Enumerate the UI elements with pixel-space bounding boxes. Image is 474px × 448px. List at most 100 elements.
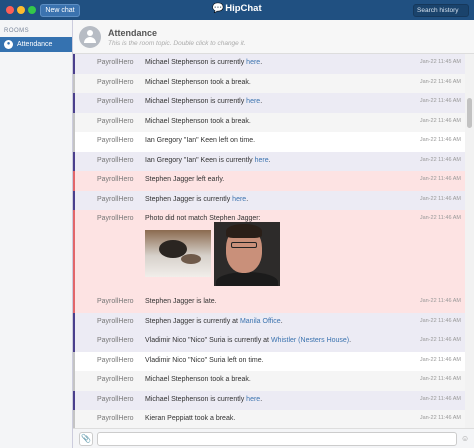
message-text-body: Stephen Jagger is late. [145,298,217,305]
message-text-suffix: . [260,98,263,105]
zoom-window-button[interactable] [28,6,36,14]
message-sender[interactable]: PayrollHero [97,415,134,422]
captured-photo[interactable] [145,230,211,277]
message-sender[interactable]: PayrollHero [97,157,134,164]
message-row: PayrollHero Ian Gregory "Ian" Keen is cur… [73,151,465,171]
message-text: Stephen Jagger is currently here. [145,196,248,203]
message-text: Stephen Jagger is late. [145,298,217,305]
message-text: Kieran Peppiatt took a break. [145,415,235,422]
message-sender[interactable]: PayrollHero [97,215,134,222]
message-text-body: Stephen Jagger is currently at [145,317,240,325]
message-timestamp: Jan-22 11:46 AM [419,117,461,124]
message-text: Stephen Jagger left early. [145,176,224,183]
message-sender[interactable]: PayrollHero [97,357,134,364]
message-text-body: Ian Gregory "Ian" Keen is currently [145,156,255,164]
message-text-body: Michael Stephenson took a break. [145,117,251,125]
message-text-suffix: . [280,317,283,325]
message-row: PayrollHero Michael Stephenson took a bre… [73,73,465,93]
message-sender[interactable]: PayrollHero [97,79,134,86]
room-title: Attendance [108,28,158,38]
message-row: PayrollHero Michael Stephenson is current… [73,54,465,74]
message-timestamp: Jan-22 11:46 AM [419,356,461,363]
message-text: Michael Stephenson took a break. [145,118,251,125]
message-text-body: Michael Stephenson is currently [145,98,247,105]
minimize-window-button[interactable] [17,6,25,14]
message-sender[interactable]: PayrollHero [97,98,134,105]
message-timestamp: Jan-22 11:46 AM [419,298,461,304]
composer-bar: 📎 ☺ [73,428,474,448]
message-input[interactable] [97,432,457,446]
location-link[interactable]: here [246,98,260,105]
message-sender[interactable]: PayrollHero [97,337,134,344]
attach-file-icon[interactable]: 📎 [79,432,93,446]
profile-photo[interactable] [214,222,280,286]
message-text: Michael Stephenson took a break. [145,79,251,86]
message-row: PayrollHero Stephen Jagger left early. Jan… [73,171,465,191]
message-text: Michael Stephenson is currently here. [145,98,262,105]
message-timestamp: Jan-22 11:46 AM [419,317,461,324]
message-text-body: Photo did not match Stephen Jagger: [145,215,261,222]
message-row: PayrollHero Photo did not match Stephen J… [73,210,465,293]
message-text-body: Vladimir Nico "Nico" Suria left on time. [145,356,264,364]
sidebar-item-attendance[interactable]: ● Attendance [0,37,72,52]
message-timestamp: Jan-22 11:46 AM [419,78,461,85]
message-text-body: Michael Stephenson took a break. [145,78,251,86]
location-link[interactable]: here [246,396,260,403]
rooms-heading: ROOMS [4,28,30,34]
location-link[interactable]: here [255,157,269,164]
chat-scrollbar[interactable] [465,54,474,428]
scroll-thumb[interactable] [467,98,472,128]
message-timestamp: Jan-22 11:46 AM [419,415,461,421]
message-row: PayrollHero Kieran Peppiatt took a break.… [73,410,465,428]
message-row: PayrollHero Stephen Jagger is late. Jan-22… [73,293,465,313]
room-header: Attendance This is the room topic. Doubl… [73,20,474,54]
room-icon: ● [4,40,13,49]
location-link[interactable]: Whistler (Nesters House) [271,337,349,344]
close-window-button[interactable] [6,6,14,14]
message-timestamp: Jan-22 11:46 AM [419,376,461,382]
location-link[interactable]: Manila Office [240,318,281,325]
message-sender[interactable]: PayrollHero [97,396,134,403]
message-text-suffix: . [246,195,249,203]
message-text: Vladimir Nico "Nico" Suria left on time. [145,357,264,364]
message-timestamp: Jan-22 11:46 AM [419,215,461,221]
message-row: PayrollHero Vladimir Nico "Nico" Suria is… [73,332,465,352]
message-sender[interactable]: PayrollHero [97,376,134,383]
message-sender[interactable]: PayrollHero [97,118,134,125]
message-timestamp: Jan-22 11:46 AM [419,176,461,182]
message-sender[interactable]: PayrollHero [97,196,134,203]
message-text-body: Michael Stephenson took a break. [145,376,251,383]
search-history-input[interactable]: Search history [413,4,469,17]
message-row: PayrollHero Stephen Jagger is currently h… [73,190,465,210]
message-row: PayrollHero Ian Gregory "Ian" Keen left o… [73,132,465,152]
location-link[interactable]: here [232,196,246,203]
sidebar-item-label: Attendance [17,41,53,48]
message-timestamp: Jan-22 11:46 AM [419,137,461,143]
message-row: PayrollHero Michael Stephenson took a bre… [73,112,465,132]
message-sender[interactable]: PayrollHero [97,298,134,305]
message-row: PayrollHero Michael Stephenson took a bre… [73,371,465,391]
room-avatar-icon [79,26,101,48]
emoticon-icon[interactable]: ☺ [461,432,471,446]
message-row: PayrollHero Michael Stephenson is current… [73,390,465,410]
message-text: Stephen Jagger is currently at Manila Of… [145,318,283,325]
message-text: Michael Stephenson is currently here. [145,396,262,403]
message-sender[interactable]: PayrollHero [97,318,134,325]
room-topic[interactable]: This is the room topic. Double click to … [108,40,246,47]
message-text-body: Ian Gregory "Ian" Keen left on time. [145,137,256,144]
message-sender[interactable]: PayrollHero [97,59,134,66]
message-text: Ian Gregory "Ian" Keen is currently here… [145,157,271,164]
message-text-suffix: . [260,59,263,66]
new-chat-button[interactable]: New chat [40,4,80,17]
message-text: Michael Stephenson took a break. [145,376,251,383]
message-sender[interactable]: PayrollHero [97,137,134,144]
message-text: Michael Stephenson is currently here. [145,59,262,66]
message-timestamp: Jan-22 11:45 AM [419,59,461,65]
message-sender[interactable]: PayrollHero [97,176,134,183]
message-text-body: Stephen Jagger is currently [145,195,233,203]
title-bar: New chat 💬HipChat Search history [0,0,474,20]
hipchat-logo-icon: 💬 [212,3,225,14]
message-text-body: Kieran Peppiatt took a break. [145,415,236,422]
location-link[interactable]: here [246,59,260,66]
message-timestamp: Jan-22 11:46 AM [419,395,461,402]
